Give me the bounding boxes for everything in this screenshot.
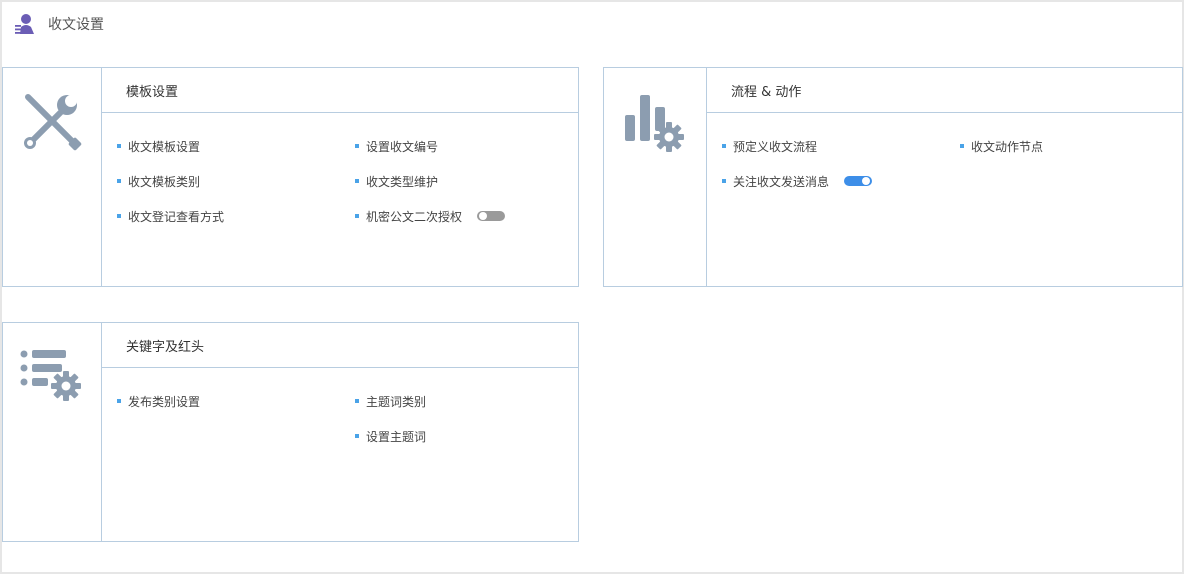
user-stamp-icon [15,14,34,34]
keyword-header-card: 关键字及红头 发布类别设置 主题词类别 设置主题词 [2,322,579,542]
flow-action-header: 流程 & 动作 [707,68,1182,113]
item-label: 收文类型维护 [366,174,439,189]
bullet-icon [355,434,359,438]
card-icon-column [3,68,102,286]
card-title: 流程 & 动作 [731,84,802,100]
item-label: 收文模板设置 [128,139,201,154]
bullet-icon [117,179,121,183]
item-type-maintenance[interactable]: 收文类型维护 [355,173,438,189]
item-subject-category[interactable]: 主题词类别 [355,393,426,409]
item-action-node[interactable]: 收文动作节点 [960,138,1043,154]
bullet-icon [960,144,964,148]
bullet-icon [355,399,359,403]
keyword-header-header: 关键字及红头 [102,323,578,368]
wrench-screwdriver-icon [24,94,82,151]
secret-authorization-toggle[interactable] [477,211,506,221]
bullet-icon [355,214,359,218]
item-label: 发布类别设置 [128,394,201,409]
page-title: 收文设置 [48,17,104,33]
bullet-icon [722,179,726,183]
item-predefined-flow[interactable]: 预定义收文流程 [722,138,817,154]
item-label: 收文登记查看方式 [128,209,225,224]
item-label: 设置主题词 [366,429,427,444]
bullet-icon [117,214,121,218]
template-settings-header: 模板设置 [102,68,578,113]
item-follow-message[interactable]: 关注收文发送消息 [722,173,873,189]
card-title: 关键字及红头 [126,339,205,355]
page-header: 收文设置 [14,12,104,36]
bullet-icon [355,144,359,148]
item-label: 主题词类别 [366,394,427,409]
toggle-knob [862,177,871,185]
card-icon-column [604,68,707,286]
item-label: 收文动作节点 [971,139,1044,154]
item-set-number[interactable]: 设置收文编号 [355,138,438,154]
template-settings-card: 模板设置 收文模板设置 设置收文编号 收文模板类别 收文类型维护 收文登记查看方… [2,67,579,287]
item-publish-category[interactable]: 发布类别设置 [117,393,200,409]
item-label: 预定义收文流程 [733,139,818,154]
bullet-icon [722,144,726,148]
item-set-subject-words[interactable]: 设置主题词 [355,428,426,444]
toggle-knob [479,212,488,220]
card-icon-column [3,323,102,541]
item-register-view-mode[interactable]: 收文登记查看方式 [117,208,224,224]
card-title: 模板设置 [126,84,179,100]
bullet-icon [117,399,121,403]
chart-gear-icon [625,95,684,152]
list-gear-icon [20,350,81,401]
item-template-category[interactable]: 收文模板类别 [117,173,200,189]
bullet-icon [355,179,359,183]
follow-message-toggle[interactable] [844,176,873,186]
item-template-setting[interactable]: 收文模板设置 [117,138,200,154]
item-label: 关注收文发送消息 [733,174,830,189]
item-secret-authorization[interactable]: 机密公文二次授权 [355,208,506,224]
item-label: 收文模板类别 [128,174,201,189]
item-label: 设置收文编号 [366,139,439,154]
bullet-icon [117,144,121,148]
flow-action-card: 流程 & 动作 预定义收文流程 收文动作节点 关注收文发送消息 [603,67,1183,287]
item-label: 机密公文二次授权 [366,209,463,224]
